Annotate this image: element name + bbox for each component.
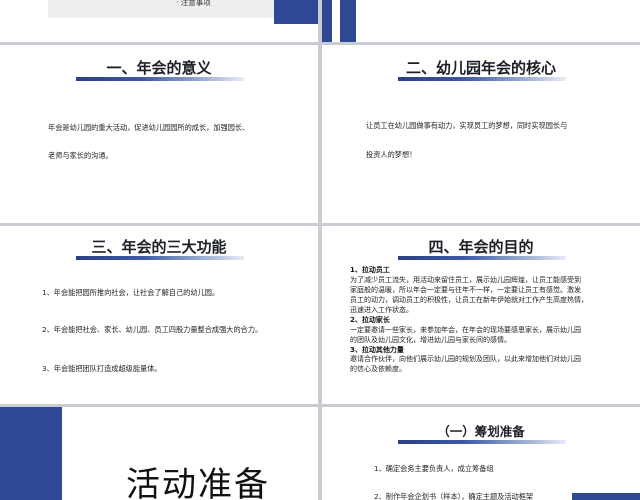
- blue-bar-left: [322, 0, 332, 42]
- blue-corner-block: [0, 407, 62, 500]
- slide-top-right[interactable]: [322, 0, 640, 42]
- planning-item: 1、确定会务主要负责人，成立筹备组: [374, 464, 494, 473]
- blue-block: [274, 0, 318, 24]
- title-underline: [76, 77, 244, 81]
- purpose-content: 1、拉动员工 为了减少员工流失，用活动来留住员工，展示幼儿园辉煌，让员工能感受到…: [350, 266, 632, 375]
- gray-panel: [48, 0, 274, 18]
- slide-title: 三、年会的三大功能: [91, 238, 227, 256]
- slide-meaning[interactable]: 一、年会的意义 年会是幼儿园的重大活动，促进幼儿园园所的成长，加强园长、 老师与…: [0, 45, 318, 223]
- purpose-line: 家庭般的温暖，所以年会一定要与往年不一样，一定要让员工有感觉。激发: [350, 285, 581, 294]
- bullet-note: · 注意事项: [176, 0, 211, 7]
- body-line: 年会是幼儿园的重大活动，促进幼儿园园所的成长，加强园长、: [48, 123, 250, 132]
- body-line: 让员工在幼儿园做事有动力，实现员工的梦想，同时实现园长与: [366, 121, 568, 130]
- purpose-head-others: 3、拉动其他力量: [350, 345, 404, 354]
- slide-core[interactable]: 二、幼儿园年会的核心 让员工在幼儿园做事有动力，实现员工的梦想，同时实现园长与 …: [322, 45, 640, 223]
- slide-activity[interactable]: 活动准备: [0, 407, 318, 500]
- function-item: 3、年会能把团队打造成超级能量体。: [42, 364, 162, 373]
- title-underline: [76, 256, 244, 260]
- purpose-head-staff: 1、拉动员工: [350, 266, 390, 274]
- slide-title: 二、幼儿园年会的核心: [405, 59, 556, 77]
- purpose-line: 迅速进入工作状态。: [350, 305, 413, 314]
- function-item: 1、年会能把园所推向社会，让社会了解自己的幼儿园。: [42, 288, 220, 297]
- body-line: 投资人的梦想！: [366, 150, 417, 159]
- purpose-head-parents: 2、拉动家长: [350, 315, 390, 324]
- purpose-line: 的团队及幼儿园文化，增进幼儿园与家长间的感情。: [350, 335, 511, 344]
- blue-bar-right: [340, 0, 356, 42]
- purpose-line: 一定要邀请一些家长，来参加年会，在年会的现场要感恩家长，展示幼儿园: [350, 325, 581, 334]
- title-underline: [398, 440, 566, 444]
- slide-functions[interactable]: 三、年会的三大功能 1、年会能把园所推向社会，让社会了解自己的幼儿园。 2、年会…: [0, 226, 318, 404]
- title-underline: [398, 77, 566, 81]
- function-item: 2、年会能把社会、家长、幼儿园、员工四股力量整合成强大的合力。: [42, 325, 263, 334]
- slide-title: 一、年会的意义: [106, 59, 212, 77]
- slide-title: （一）筹划准备: [437, 424, 525, 439]
- slide-planning[interactable]: （一）筹划准备 1、确定会务主要负责人，成立筹备组 2、制作年会企划书（样本），…: [322, 407, 640, 500]
- purpose-line: 邀请合作伙伴，向他们展示幼儿园的规划及团队，以此来增加他们对幼儿园: [350, 355, 581, 364]
- purpose-line: 为了减少员工流失，用活动来留住员工，展示幼儿园辉煌，让员工能感受到: [350, 275, 581, 284]
- purpose-line: 的信心及依赖度。: [350, 365, 406, 374]
- slide-purpose[interactable]: 四、年会的目的 1、拉动员工 为了减少员工流失，用活动来留住员工，展示幼儿园辉煌…: [322, 226, 640, 404]
- purpose-line: 员工的动力，调动员工的积极性，让员工在新年伊始就对工作产生高度热情，: [350, 295, 588, 304]
- slide-top-left[interactable]: · 注意事项: [0, 0, 318, 42]
- section-title: 活动准备: [126, 465, 270, 500]
- planning-item: 2、制作年会企划书（样本），确定主题及活动框架: [374, 492, 534, 500]
- body-line: 老师与家长的沟通。: [48, 151, 113, 160]
- blue-corner-strip: [572, 493, 640, 500]
- slide-title: 四、年会的目的: [428, 238, 534, 256]
- title-underline: [398, 256, 566, 260]
